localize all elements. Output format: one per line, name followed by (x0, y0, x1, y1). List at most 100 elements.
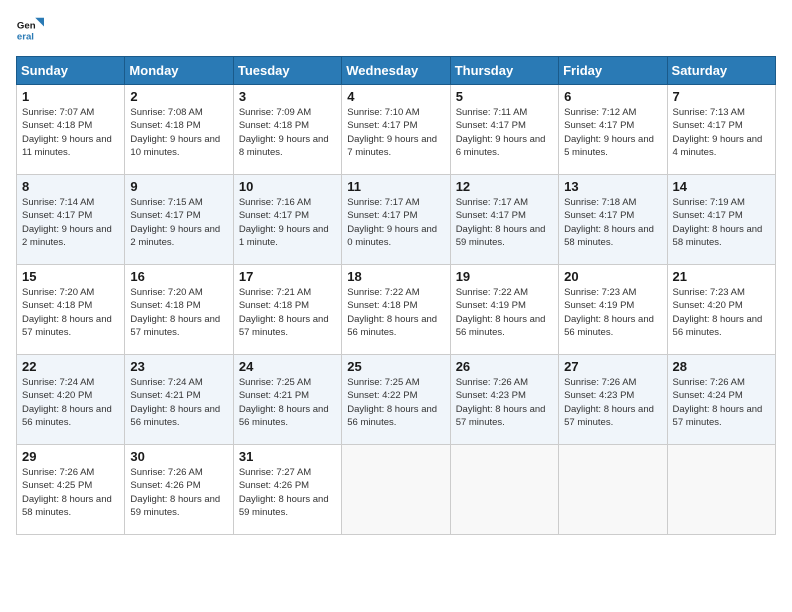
calendar-cell: 26Sunrise: 7:26 AMSunset: 4:23 PMDayligh… (450, 355, 558, 445)
day-number: 22 (22, 359, 119, 374)
day-info: Sunrise: 7:17 AMSunset: 4:17 PMDaylight:… (347, 196, 444, 249)
calendar-cell: 27 Sunrise: 7:26 AMSunset: 4:23 PMDayligh… (559, 355, 667, 445)
day-info: Sunrise: 7:12 AMSunset: 4:17 PMDaylight:… (564, 106, 661, 159)
day-number: 31 (239, 449, 336, 464)
calendar-cell: 9 Sunrise: 7:15 AMSunset: 4:17 PMDaylight… (125, 175, 233, 265)
day-info: Sunrise: 7:17 AMSunset: 4:17 PMDaylight:… (456, 196, 553, 249)
calendar-week-row: 8 Sunrise: 7:14 AMSunset: 4:17 PMDaylight… (17, 175, 776, 265)
day-number: 13 (564, 179, 661, 194)
calendar-cell: 12 Sunrise: 7:17 AMSunset: 4:17 PMDayligh… (450, 175, 558, 265)
calendar-cell: 17 Sunrise: 7:21 AMSunset: 4:18 PMDayligh… (233, 265, 341, 355)
calendar-week-row: 1 Sunrise: 7:07 AMSunset: 4:18 PMDaylight… (17, 85, 776, 175)
calendar-cell: 6 Sunrise: 7:12 AMSunset: 4:17 PMDaylight… (559, 85, 667, 175)
day-info: Sunrise: 7:20 AMSunset: 4:18 PMDaylight:… (22, 286, 119, 339)
column-header-saturday: Saturday (667, 57, 775, 85)
day-info: Sunrise: 7:20 AMSunset: 4:18 PMDaylight:… (130, 286, 227, 339)
calendar-cell: 24 Sunrise: 7:25 AMSunset: 4:21 PMDayligh… (233, 355, 341, 445)
day-number: 17 (239, 269, 336, 284)
column-header-thursday: Thursday (450, 57, 558, 85)
day-number: 9 (130, 179, 227, 194)
calendar-cell: 30Sunrise: 7:26 AMSunset: 4:26 PMDayligh… (125, 445, 233, 535)
day-number: 29 (22, 449, 119, 464)
day-info: Sunrise: 7:19 AMSunset: 4:17 PMDaylight:… (673, 196, 770, 249)
day-info: Sunrise: 7:24 AMSunset: 4:21 PMDaylight:… (130, 376, 227, 429)
day-number: 16 (130, 269, 227, 284)
column-header-monday: Monday (125, 57, 233, 85)
day-number: 7 (673, 89, 770, 104)
calendar-cell: 31Sunrise: 7:27 AMSunset: 4:26 PMDayligh… (233, 445, 341, 535)
page-container: Gen eral SundayMondayTuesdayWednesdayThu… (16, 16, 776, 535)
day-info: Sunrise: 7:24 AMSunset: 4:20 PMDaylight:… (22, 376, 119, 429)
day-number: 4 (347, 89, 444, 104)
calendar-cell: 19 Sunrise: 7:22 AMSunset: 4:19 PMDayligh… (450, 265, 558, 355)
column-header-tuesday: Tuesday (233, 57, 341, 85)
day-number: 8 (22, 179, 119, 194)
calendar-week-row: 15Sunrise: 7:20 AMSunset: 4:18 PMDayligh… (17, 265, 776, 355)
calendar-week-row: 22 Sunrise: 7:24 AMSunset: 4:20 PMDayligh… (17, 355, 776, 445)
day-number: 24 (239, 359, 336, 374)
day-info: Sunrise: 7:14 AMSunset: 4:17 PMDaylight:… (22, 196, 119, 249)
calendar-cell: 1 Sunrise: 7:07 AMSunset: 4:18 PMDaylight… (17, 85, 125, 175)
day-info: Sunrise: 7:26 AMSunset: 4:25 PMDaylight:… (22, 466, 119, 519)
day-number: 12 (456, 179, 553, 194)
calendar-cell: 10 Sunrise: 7:16 AMSunset: 4:17 PMDayligh… (233, 175, 341, 265)
logo: Gen eral (16, 16, 48, 44)
day-info: Sunrise: 7:11 AMSunset: 4:17 PMDaylight:… (456, 106, 553, 159)
calendar-week-row: 29 Sunrise: 7:26 AMSunset: 4:25 PMDayligh… (17, 445, 776, 535)
calendar-cell (342, 445, 450, 535)
day-number: 1 (22, 89, 119, 104)
day-info: Sunrise: 7:09 AMSunset: 4:18 PMDaylight:… (239, 106, 336, 159)
day-number: 26 (456, 359, 553, 374)
day-number: 6 (564, 89, 661, 104)
day-number: 21 (673, 269, 770, 284)
calendar-header-row: SundayMondayTuesdayWednesdayThursdayFrid… (17, 57, 776, 85)
calendar-cell: 8 Sunrise: 7:14 AMSunset: 4:17 PMDaylight… (17, 175, 125, 265)
day-info: Sunrise: 7:25 AMSunset: 4:22 PMDaylight:… (347, 376, 444, 429)
day-number: 18 (347, 269, 444, 284)
day-info: Sunrise: 7:10 AMSunset: 4:17 PMDaylight:… (347, 106, 444, 159)
day-info: Sunrise: 7:26 AMSunset: 4:24 PMDaylight:… (673, 376, 770, 429)
column-header-sunday: Sunday (17, 57, 125, 85)
day-info: Sunrise: 7:22 AMSunset: 4:18 PMDaylight:… (347, 286, 444, 339)
calendar-cell: 11Sunrise: 7:17 AMSunset: 4:17 PMDayligh… (342, 175, 450, 265)
day-number: 14 (673, 179, 770, 194)
day-info: Sunrise: 7:26 AMSunset: 4:23 PMDaylight:… (564, 376, 661, 429)
calendar-cell: 20 Sunrise: 7:23 AMSunset: 4:19 PMDayligh… (559, 265, 667, 355)
day-number: 25 (347, 359, 444, 374)
calendar-cell: 21 Sunrise: 7:23 AMSunset: 4:20 PMDayligh… (667, 265, 775, 355)
svg-text:Gen: Gen (17, 20, 36, 31)
day-number: 19 (456, 269, 553, 284)
calendar-cell: 29 Sunrise: 7:26 AMSunset: 4:25 PMDayligh… (17, 445, 125, 535)
day-info: Sunrise: 7:23 AMSunset: 4:20 PMDaylight:… (673, 286, 770, 339)
svg-text:eral: eral (17, 32, 34, 43)
calendar-cell: 3 Sunrise: 7:09 AMSunset: 4:18 PMDaylight… (233, 85, 341, 175)
calendar-cell (667, 445, 775, 535)
calendar-cell: 7 Sunrise: 7:13 AMSunset: 4:17 PMDaylight… (667, 85, 775, 175)
calendar-cell: 14 Sunrise: 7:19 AMSunset: 4:17 PMDayligh… (667, 175, 775, 265)
calendar-cell: 25 Sunrise: 7:25 AMSunset: 4:22 PMDayligh… (342, 355, 450, 445)
day-info: Sunrise: 7:13 AMSunset: 4:17 PMDaylight:… (673, 106, 770, 159)
day-info: Sunrise: 7:25 AMSunset: 4:21 PMDaylight:… (239, 376, 336, 429)
calendar-cell: 13Sunrise: 7:18 AMSunset: 4:17 PMDayligh… (559, 175, 667, 265)
day-info: Sunrise: 7:21 AMSunset: 4:18 PMDaylight:… (239, 286, 336, 339)
day-info: Sunrise: 7:15 AMSunset: 4:17 PMDaylight:… (130, 196, 227, 249)
day-number: 20 (564, 269, 661, 284)
day-info: Sunrise: 7:22 AMSunset: 4:19 PMDaylight:… (456, 286, 553, 339)
calendar-cell: 22 Sunrise: 7:24 AMSunset: 4:20 PMDayligh… (17, 355, 125, 445)
day-info: Sunrise: 7:07 AMSunset: 4:18 PMDaylight:… (22, 106, 119, 159)
day-info: Sunrise: 7:16 AMSunset: 4:17 PMDaylight:… (239, 196, 336, 249)
day-number: 23 (130, 359, 227, 374)
day-number: 10 (239, 179, 336, 194)
calendar-cell: 2Sunrise: 7:08 AMSunset: 4:18 PMDaylight… (125, 85, 233, 175)
column-header-wednesday: Wednesday (342, 57, 450, 85)
logo-icon: Gen eral (16, 16, 44, 44)
day-number: 27 (564, 359, 661, 374)
day-number: 3 (239, 89, 336, 104)
calendar-cell (450, 445, 558, 535)
day-info: Sunrise: 7:23 AMSunset: 4:19 PMDaylight:… (564, 286, 661, 339)
calendar-cell: 5 Sunrise: 7:11 AMSunset: 4:17 PMDaylight… (450, 85, 558, 175)
day-number: 5 (456, 89, 553, 104)
calendar-cell: 16 Sunrise: 7:20 AMSunset: 4:18 PMDayligh… (125, 265, 233, 355)
day-number: 30 (130, 449, 227, 464)
header: Gen eral (16, 16, 776, 44)
